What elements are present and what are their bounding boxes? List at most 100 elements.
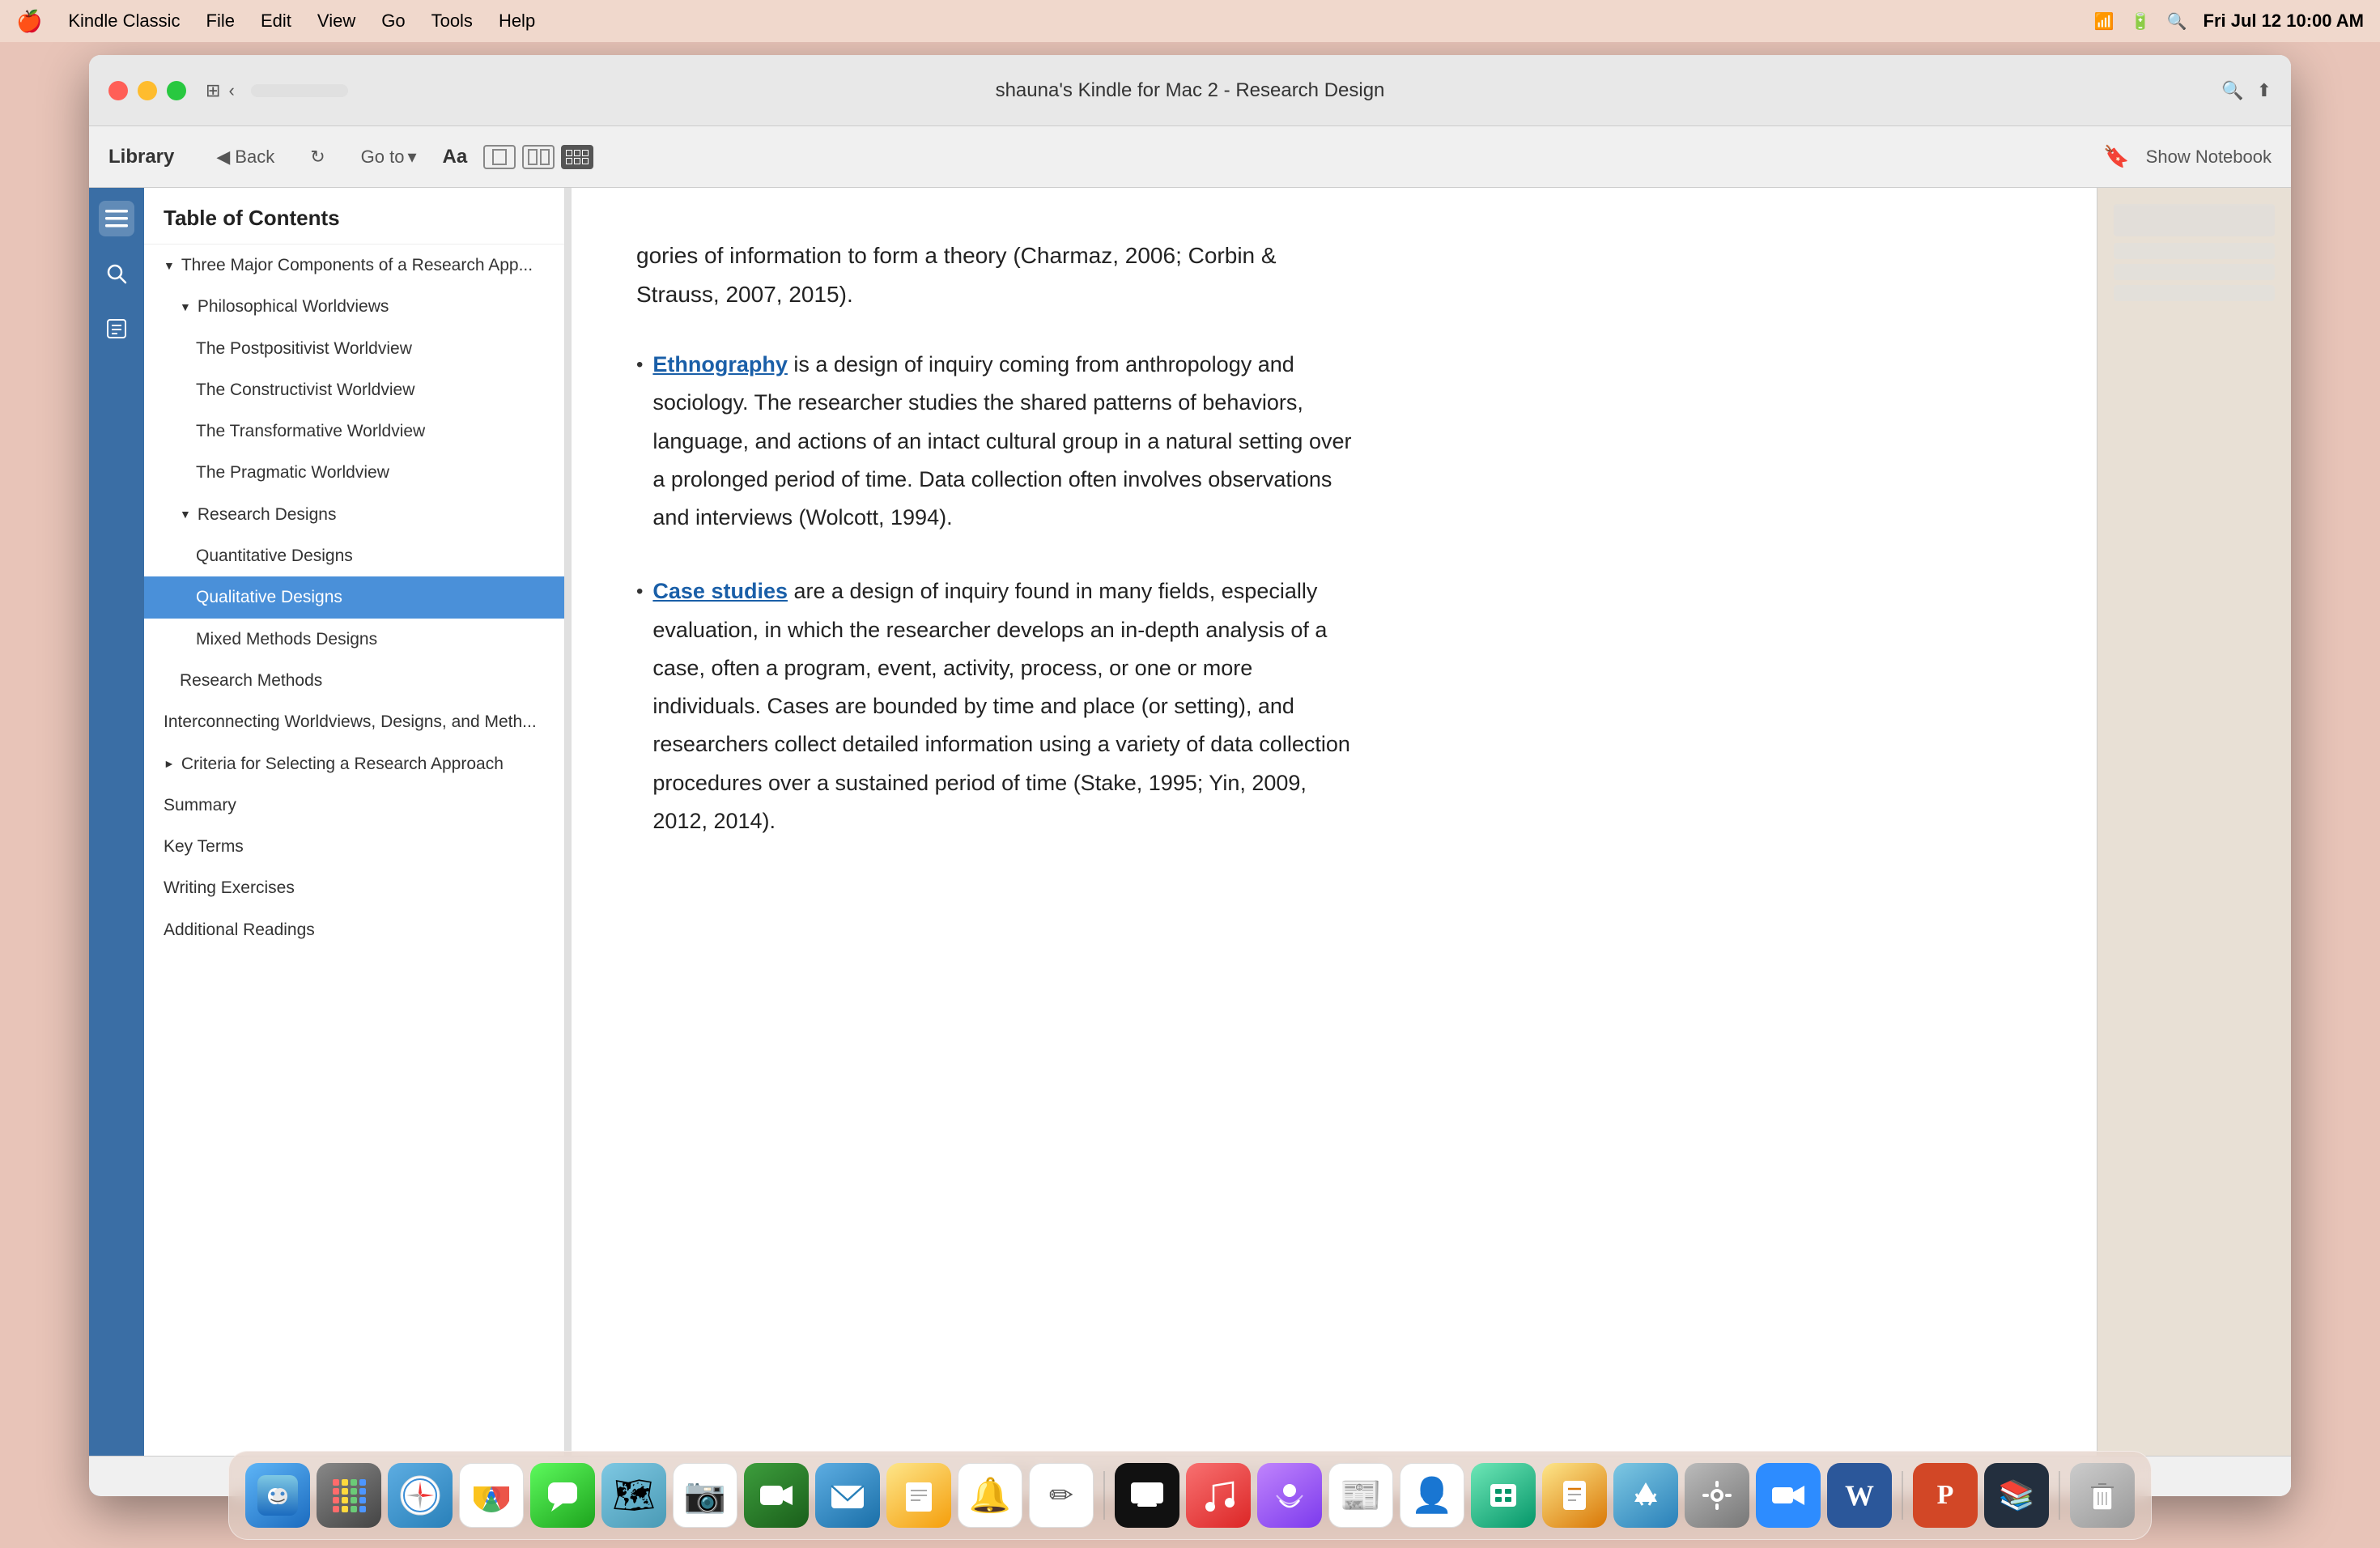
minimize-button[interactable] (138, 81, 157, 100)
bookmark-icon[interactable]: 🔖 (2103, 144, 2129, 169)
search-sidebar-icon[interactable] (99, 256, 134, 291)
sidebar-left (89, 188, 144, 1496)
dock-safari[interactable] (388, 1463, 453, 1528)
toc-item-research-designs[interactable]: ▼ Research Designs (144, 494, 564, 535)
dock-mail[interactable] (815, 1463, 880, 1528)
toc-item-postpositivist[interactable]: The Postpositivist Worldview (144, 328, 564, 369)
dock-kindle[interactable]: 📚 (1984, 1463, 2049, 1528)
menubar-right: 📶 🔋 🔍 Fri Jul 12 10:00 AM (2094, 11, 2364, 32)
grid-view-button[interactable] (561, 145, 593, 169)
toolbar: Library ◀ Back ↻ Go to ▾ Aa (89, 126, 2291, 188)
ethnography-link[interactable]: Ethnography (652, 352, 788, 376)
dock-trash[interactable] (2070, 1463, 2135, 1528)
toc-item-qualitative[interactable]: Qualitative Designs (144, 576, 564, 618)
toc-item-interconnecting[interactable]: Interconnecting Worldviews, Designs, and… (144, 701, 564, 742)
reading-content: gories of information to form a theory (… (636, 236, 1365, 876)
maximize-button[interactable] (167, 81, 186, 100)
toc-item-label: Quantitative Designs (196, 545, 353, 567)
share-icon[interactable]: ⬆ (2257, 80, 2272, 101)
search-icon-window[interactable]: 🔍 (2221, 80, 2243, 101)
dock-facetime[interactable] (744, 1463, 809, 1528)
toc-item-key-terms[interactable]: Key Terms (144, 826, 564, 867)
menu-view[interactable]: View (317, 11, 355, 32)
dock-launchpad[interactable] (317, 1463, 381, 1528)
toc-item-pragmatic[interactable]: The Pragmatic Worldview (144, 452, 564, 493)
back-button[interactable]: ◀ Back (206, 142, 284, 172)
goto-button[interactable]: Go to ▾ (351, 142, 427, 172)
dock-music[interactable] (1186, 1463, 1251, 1528)
dock-tv[interactable] (1115, 1463, 1179, 1528)
view-toggle (483, 145, 593, 169)
dock-messages[interactable] (530, 1463, 595, 1528)
dock-pages[interactable] (1542, 1463, 1607, 1528)
back-arrow-icon: ◀ (216, 147, 230, 168)
toc-item-label: Key Terms (164, 836, 244, 857)
toc-item-label: Additional Readings (164, 919, 315, 941)
toc-item-label: The Postpositivist Worldview (196, 338, 412, 359)
toc-item-constructivist[interactable]: The Constructivist Worldview (144, 369, 564, 410)
dock-word[interactable]: W (1827, 1463, 1892, 1528)
dock-notes[interactable] (886, 1463, 951, 1528)
dock-reminders[interactable]: 🔔 (958, 1463, 1022, 1528)
dock-news[interactable]: 📰 (1328, 1463, 1393, 1528)
single-page-view-button[interactable] (483, 145, 516, 169)
toc-item-label: Interconnecting Worldviews, Designs, and… (164, 711, 537, 733)
apple-menu[interactable]: 🍎 (16, 9, 42, 34)
toc-icon[interactable] (99, 201, 134, 236)
toc-header: Table of Contents (144, 188, 564, 245)
dock-systemprefs[interactable] (1685, 1463, 1749, 1528)
dock-photos[interactable]: 📷 (673, 1463, 737, 1528)
toc-item-label: The Constructivist Worldview (196, 379, 414, 401)
dock-podcasts[interactable] (1257, 1463, 1322, 1528)
bullet-dot: • (636, 349, 643, 382)
toc-item-additional-readings[interactable]: Additional Readings (144, 909, 564, 950)
toc-item-research-methods[interactable]: Research Methods (144, 660, 564, 701)
back-label: Back (235, 147, 274, 168)
dock-chrome[interactable] (459, 1463, 524, 1528)
toc-item-writing-exercises[interactable]: Writing Exercises (144, 867, 564, 908)
font-button[interactable]: Aa (443, 146, 468, 168)
dock-contacts[interactable]: 👤 (1400, 1463, 1464, 1528)
toc-item-mixed-methods[interactable]: Mixed Methods Designs (144, 619, 564, 660)
two-page-view-button[interactable] (522, 145, 555, 169)
dock-maps[interactable]: 🗺 (601, 1463, 666, 1528)
url-bar[interactable] (251, 84, 348, 97)
toc-item-transformative[interactable]: The Transformative Worldview (144, 410, 564, 452)
chevron-down-icon: ▾ (407, 147, 416, 168)
ethnography-body: is a design of inquiry coming from anthr… (652, 352, 1351, 529)
nav-back-titlebar[interactable]: ‹ (228, 80, 234, 101)
toc-item-phil-worldviews[interactable]: ▼ Philosophical Worldviews (144, 286, 564, 327)
toc-item-label: Research Designs (198, 504, 337, 525)
menu-file[interactable]: File (206, 11, 235, 32)
dock-finder[interactable] (245, 1463, 310, 1528)
menu-go[interactable]: Go (381, 11, 405, 32)
dock-appstore[interactable] (1613, 1463, 1678, 1528)
content-area: Table of Contents ▼ Three Major Componen… (89, 188, 2291, 1496)
menu-kindle-classic[interactable]: Kindle Classic (68, 11, 180, 32)
library-button[interactable]: Library (108, 146, 174, 168)
window-controls (108, 81, 186, 100)
toc-item-quantitative[interactable]: Quantitative Designs (144, 535, 564, 576)
show-notebook-button[interactable]: Show Notebook (2146, 147, 2272, 168)
grid-toggle-icon[interactable]: ⊞ (206, 80, 220, 101)
menu-edit[interactable]: Edit (261, 11, 291, 32)
toc-arrow: ► (164, 756, 175, 771)
menu-help[interactable]: Help (499, 11, 535, 32)
dock-numbers[interactable] (1471, 1463, 1536, 1528)
case-studies-body: are a design of inquiry found in many fi… (652, 579, 1349, 833)
toc-item-criteria[interactable]: ► Criteria for Selecting a Research Appr… (144, 743, 564, 785)
dock-freeform[interactable]: ✏ (1029, 1463, 1094, 1528)
case-studies-link[interactable]: Case studies (652, 579, 788, 603)
dock-zoom[interactable] (1756, 1463, 1821, 1528)
toc-item-summary[interactable]: Summary (144, 785, 564, 826)
toc-item-three-major[interactable]: ▼ Three Major Components of a Research A… (144, 245, 564, 286)
wifi-icon: 📶 (2094, 11, 2114, 32)
close-button[interactable] (108, 81, 128, 100)
menu-tools[interactable]: Tools (431, 11, 473, 32)
dock-powerpoint[interactable]: P (1913, 1463, 1978, 1528)
toc-panel: Table of Contents ▼ Three Major Componen… (144, 188, 565, 1496)
notes-sidebar-icon[interactable] (99, 311, 134, 347)
refresh-button[interactable]: ↻ (300, 142, 334, 172)
search-icon-menubar[interactable]: 🔍 (2167, 11, 2187, 32)
reading-area[interactable]: gories of information to form a theory (… (572, 188, 2097, 1496)
